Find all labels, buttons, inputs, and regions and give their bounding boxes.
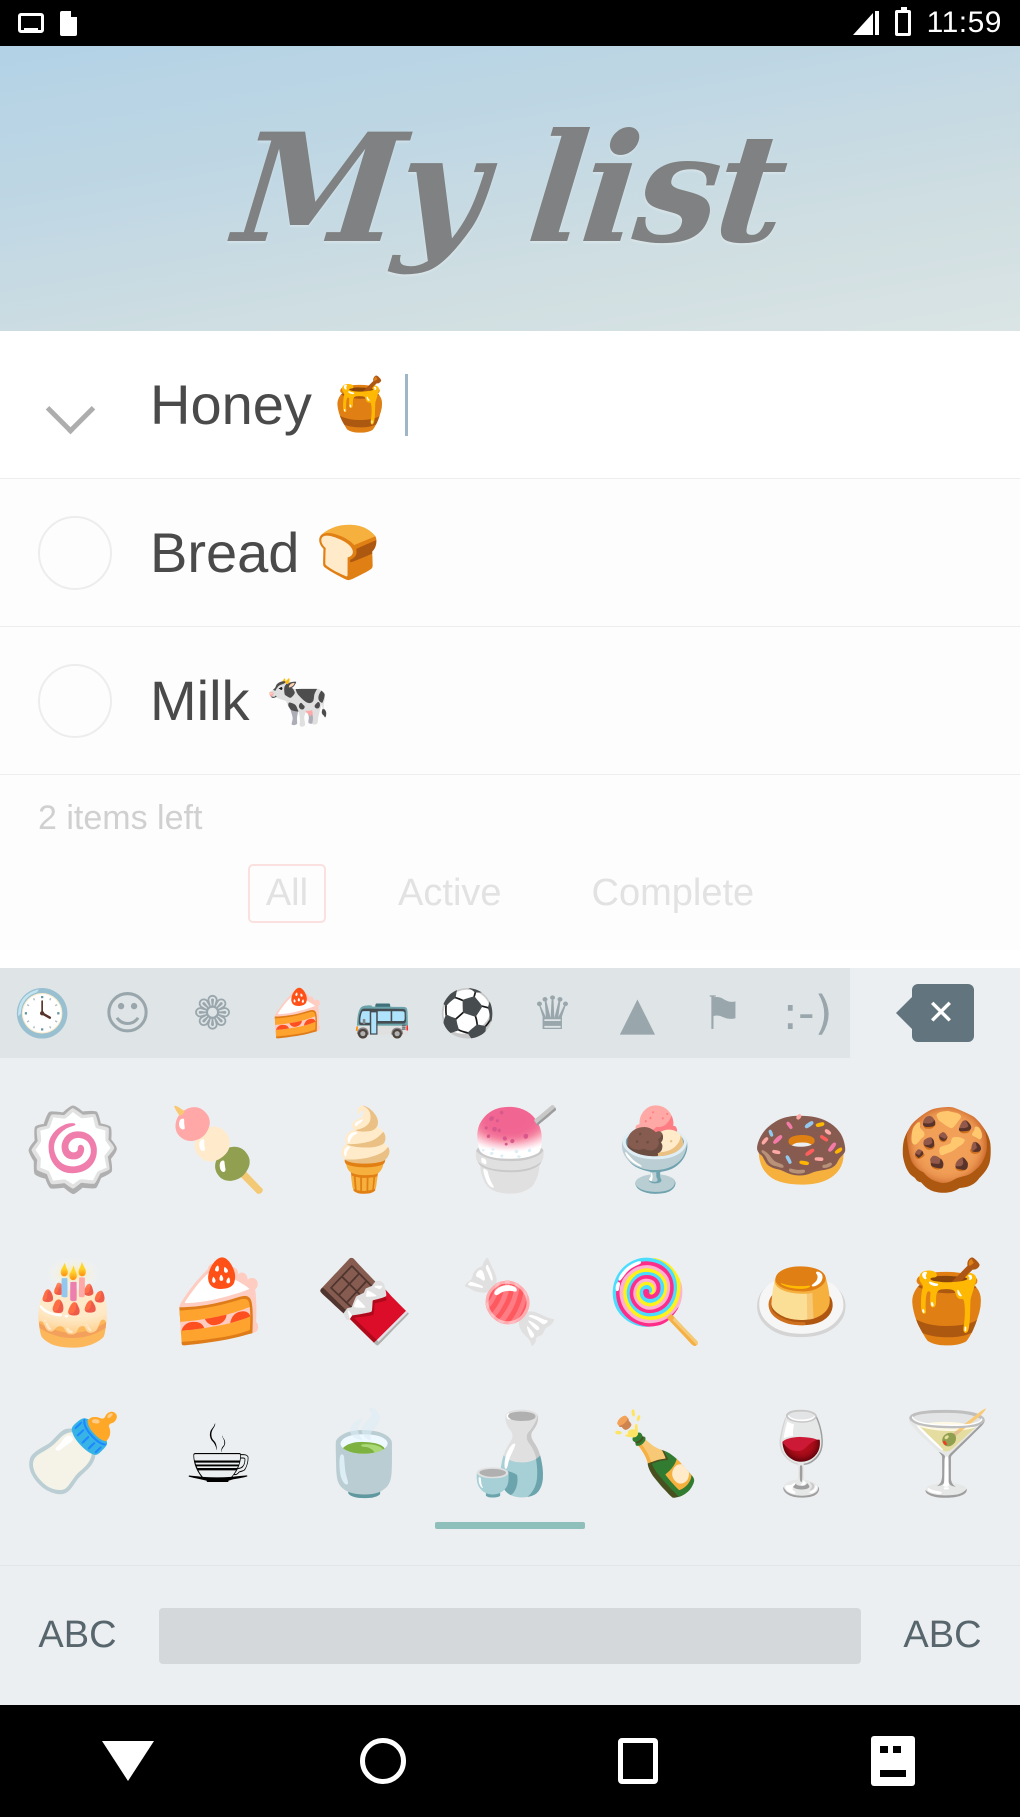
todo-emoji-bread: 🍞 (315, 523, 381, 583)
backspace-icon[interactable]: ✕ (896, 984, 974, 1042)
emoji-key[interactable]: 🍡 (146, 1074, 292, 1226)
todo-toggle-honey[interactable] (0, 390, 150, 420)
filter-tabs: All Active Complete (0, 864, 1020, 923)
page-title: My list (228, 100, 792, 277)
filter-tab-active[interactable]: Active (380, 864, 519, 923)
status-bar: 11:59 (0, 0, 1020, 46)
nav-back-button[interactable] (0, 1741, 255, 1781)
emoji-row: 🎂 🍰 🍫 🍬 🍭 🍮 🍯 (0, 1226, 1020, 1378)
square-icon (617, 1738, 658, 1784)
emoji-key[interactable]: 🍭 (583, 1226, 729, 1378)
objects-category-icon[interactable]: ♛ (510, 968, 595, 1058)
activity-category-icon[interactable]: ⚽ (425, 968, 510, 1058)
phone-screen: 11:59 My list Honey 🍯 Bread 🍞 Milk 🐄 2 i… (0, 0, 1020, 1817)
checkbox-circle-icon[interactable] (38, 515, 112, 590)
triangle-down-icon (101, 1741, 154, 1781)
emoji-key[interactable]: 🍸 (874, 1378, 1020, 1530)
emoji-key[interactable]: 🍮 (729, 1226, 875, 1378)
nav-recents-button[interactable] (510, 1738, 765, 1784)
app-header: My list (0, 46, 1020, 331)
keyboard-icon (870, 1736, 915, 1786)
todo-text-honey: Honey (150, 373, 312, 436)
symbols-category-icon[interactable]: ▲ (595, 968, 680, 1058)
circle-icon (359, 1738, 406, 1784)
keyboard-bottom-bar: ABC ABC (0, 1565, 1020, 1705)
emoji-key[interactable]: 🍯 (874, 1226, 1020, 1378)
travel-category-icon[interactable]: 🚌 (340, 968, 425, 1058)
emoji-key[interactable]: 🍫 (291, 1226, 437, 1378)
status-bar-right-icons: 11:59 (852, 6, 1002, 40)
nature-category-icon[interactable]: ❁ (170, 968, 255, 1058)
emoji-category-scroll[interactable]: 🕓 ☺ ❁ 🍰 🚌 ⚽ ♛ ▲ ⚑ :-) (0, 968, 850, 1058)
todo-text-bread: Bread (150, 521, 300, 584)
emoji-key[interactable]: 🍪 (874, 1074, 1020, 1226)
status-bar-clock: 11:59 (926, 6, 1002, 39)
emoji-row: 🍥 🍡 🍦 🍧 🍨 🍩 🍪 (0, 1074, 1020, 1226)
cast-icon (18, 13, 44, 33)
battery-icon (894, 7, 911, 36)
abc-key-left[interactable]: ABC (0, 1614, 155, 1657)
todo-label-honey[interactable]: Honey 🍯 (150, 372, 408, 437)
todo-row-honey[interactable]: Honey 🍯 (0, 331, 1020, 479)
signal-icon (852, 11, 879, 35)
todo-row-milk[interactable]: Milk 🐄 (0, 627, 1020, 775)
checkbox-circle-icon[interactable] (38, 663, 112, 738)
sim-card-icon (60, 10, 77, 36)
status-bar-left-icons (18, 10, 77, 36)
emoji-key[interactable]: ☕ (146, 1378, 292, 1530)
emoji-key[interactable]: 🍨 (583, 1074, 729, 1226)
filter-tab-all[interactable]: All (247, 864, 327, 923)
abc-key-right[interactable]: ABC (865, 1614, 1020, 1657)
emoji-grid: 🍥 🍡 🍦 🍧 🍨 🍩 🍪 🎂 🍰 🍫 🍬 🍭 🍮 🍯 🍼 ☕ 🍵 🍶 🍾 🍷 … (0, 1058, 1020, 1530)
emoji-key[interactable]: 🍰 (146, 1226, 292, 1378)
nav-home-button[interactable] (255, 1738, 510, 1784)
todo-emoji-milk: 🐄 (265, 671, 331, 731)
todo-label-milk[interactable]: Milk 🐄 (150, 668, 330, 733)
emoji-key[interactable]: 🍵 (291, 1378, 437, 1530)
emoji-key[interactable]: 🍼 (0, 1378, 146, 1530)
todo-emoji-honey: 🍯 (327, 375, 393, 435)
nav-keyboard-switch-button[interactable] (765, 1736, 1020, 1786)
todo-row-bread[interactable]: Bread 🍞 (0, 479, 1020, 627)
food-category-icon[interactable]: 🍰 (255, 968, 340, 1058)
space-key[interactable] (159, 1607, 861, 1664)
flags-category-icon[interactable]: ⚑ (680, 968, 765, 1058)
emoji-key[interactable]: 🍧 (437, 1074, 583, 1226)
emoji-key[interactable]: 🎂 (0, 1226, 146, 1378)
todo-toggle-bread[interactable] (0, 515, 150, 590)
text-cursor (404, 373, 408, 436)
backspace-key[interactable]: ✕ (850, 968, 1020, 1058)
todo-label-bread[interactable]: Bread 🍞 (150, 520, 380, 585)
todo-text-milk: Milk (150, 669, 250, 732)
emoji-key[interactable]: 🍦 (291, 1074, 437, 1226)
todo-list: Honey 🍯 Bread 🍞 Milk 🐄 (0, 331, 1020, 775)
backspace-x-glyph: ✕ (926, 993, 956, 1033)
emoticons-category-icon[interactable]: :-) (765, 968, 850, 1058)
emoji-category-bar: 🕓 ☺ ❁ 🍰 🚌 ⚽ ♛ ▲ ⚑ :-) ✕ (0, 968, 1020, 1058)
emoji-key[interactable]: 🍥 (0, 1074, 146, 1226)
emoji-key[interactable]: 🍬 (437, 1226, 583, 1378)
smileys-category-icon[interactable]: ☺ (85, 968, 170, 1058)
emoji-page-indicator (0, 1522, 1020, 1529)
emoji-key[interactable]: 🍾 (583, 1378, 729, 1530)
android-navigation-bar (0, 1705, 1020, 1817)
emoji-key[interactable]: 🍷 (729, 1378, 875, 1530)
page-indicator-bar (435, 1522, 585, 1529)
emoji-key[interactable]: 🍶 (437, 1378, 583, 1530)
items-left-count: 2 items left (38, 799, 203, 837)
recent-category-icon[interactable]: 🕓 (0, 968, 85, 1058)
todo-toggle-milk[interactable] (0, 663, 150, 738)
emoji-keyboard: 🕓 ☺ ❁ 🍰 🚌 ⚽ ♛ ▲ ⚑ :-) ✕ 🍥 🍡 🍦 🍧 🍨 🍩 🍪 🎂 … (0, 968, 1020, 1705)
emoji-key[interactable]: 🍩 (729, 1074, 875, 1226)
chevron-down-icon[interactable] (47, 390, 103, 420)
list-footer: 2 items left All Active Complete (0, 775, 1020, 950)
emoji-row: 🍼 ☕ 🍵 🍶 🍾 🍷 🍸 (0, 1378, 1020, 1530)
filter-tab-complete[interactable]: Complete (574, 864, 773, 923)
